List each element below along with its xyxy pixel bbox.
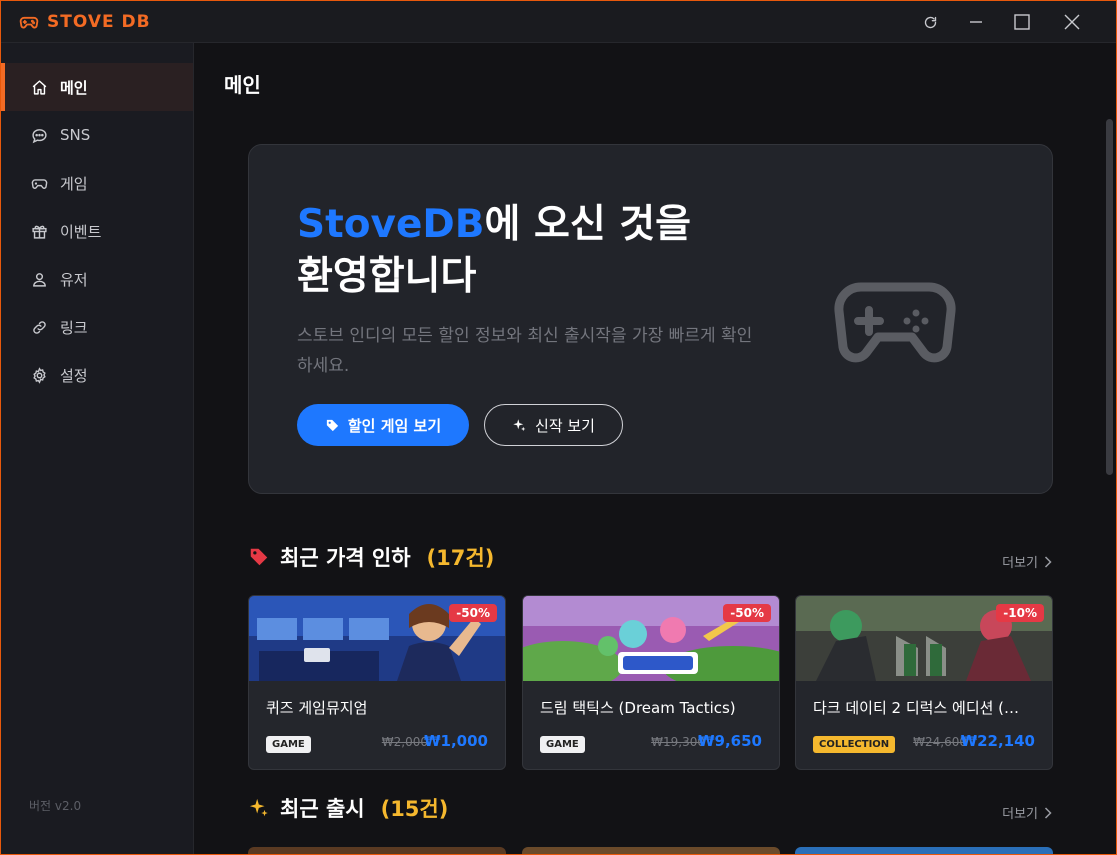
section-count: (17건) xyxy=(426,546,495,570)
refresh-button[interactable] xyxy=(917,10,943,34)
app-window: STOVE DB 메인 SNS 게임 이벤트 유저 링크 설정 버전 v2.0 … xyxy=(0,0,1117,855)
home-icon xyxy=(32,79,47,95)
maximize-button[interactable] xyxy=(1009,10,1035,34)
original-price: ₩2,000 xyxy=(381,735,428,749)
maximize-icon xyxy=(1014,14,1030,30)
original-price: ₩19,300 xyxy=(651,735,705,749)
sparkle-icon xyxy=(249,798,268,817)
sale-price: ₩9,650 xyxy=(698,732,762,750)
close-icon xyxy=(1064,14,1080,30)
gift-icon xyxy=(32,225,47,239)
view-new-releases-label: 신작 보기 xyxy=(535,416,595,435)
section-title: 최근 출시 xyxy=(280,797,365,821)
user-icon xyxy=(33,272,46,287)
gamepad-logo-icon xyxy=(19,16,39,29)
sidebar-item-event[interactable]: 이벤트 xyxy=(1,207,193,255)
sidebar-item-sns[interactable]: SNS xyxy=(1,111,193,159)
tag-icon xyxy=(326,419,338,431)
sale-price: ₩22,140 xyxy=(960,732,1035,750)
game-card-partial[interactable] xyxy=(795,847,1053,854)
game-title: 드림 택틱스 (Dream Tactics) xyxy=(540,699,736,717)
scrollbar-thumb[interactable] xyxy=(1106,119,1113,475)
new-releases-more-link[interactable]: 더보기 xyxy=(1002,803,1052,822)
game-card[interactable]: -10% 다크 데이티 2 디럭스 에디션 (… COLLECTION ₩24,… xyxy=(795,595,1053,770)
title-bar[interactable]: STOVE DB xyxy=(1,1,1116,43)
sidebar-item-label: 이벤트 xyxy=(60,222,102,241)
brand: STOVE DB xyxy=(19,12,151,32)
sidebar-item-label: 링크 xyxy=(60,318,88,337)
hero-title-line2: 환영합니다 xyxy=(297,254,477,299)
sidebar-item-settings[interactable]: 설정 xyxy=(1,351,193,399)
gamepad-icon xyxy=(31,178,48,189)
price-drops-more-link[interactable]: 더보기 xyxy=(1002,552,1052,571)
view-discounts-label: 할인 게임 보기 xyxy=(347,416,442,435)
sidebar-item-label: 게임 xyxy=(60,174,88,193)
section-new-releases-header: 최근 출시 (15건) xyxy=(248,793,448,823)
discount-badge: -50% xyxy=(723,604,771,622)
type-badge: GAME xyxy=(540,736,585,753)
app-title: STOVE DB xyxy=(47,12,151,32)
hero-title: StoveDB에 오신 것을 환영합니다 xyxy=(297,199,817,303)
gamepad-illustration-icon xyxy=(834,282,956,363)
chevron-right-icon xyxy=(1044,806,1052,819)
minimize-button[interactable] xyxy=(963,10,989,34)
welcome-hero: StoveDB에 오신 것을 환영합니다 스토브 인디의 모든 할인 정보와 최… xyxy=(248,144,1053,494)
section-title: 최근 가격 인하 xyxy=(280,546,411,570)
sidebar-item-label: 설정 xyxy=(60,366,88,385)
tag-icon xyxy=(250,548,268,566)
close-button[interactable] xyxy=(1059,10,1085,34)
chat-icon xyxy=(32,128,47,143)
gear-icon xyxy=(33,366,46,384)
discount-badge: -10% xyxy=(996,604,1044,622)
discount-badge: -50% xyxy=(449,604,497,622)
sidebar-item-label: 메인 xyxy=(60,78,88,97)
view-new-releases-button[interactable]: 신작 보기 xyxy=(484,404,623,446)
sidebar: 메인 SNS 게임 이벤트 유저 링크 설정 버전 v2.0 xyxy=(1,43,194,854)
sidebar-item-user[interactable]: 유저 xyxy=(1,255,193,303)
sidebar-item-main[interactable]: 메인 xyxy=(1,63,193,111)
refresh-icon xyxy=(924,16,936,28)
hero-title-accent: StoveDB xyxy=(297,202,485,247)
main-content: 메인 StoveDB에 오신 것을 환영합니다 스토브 인디의 모든 할인 정보… xyxy=(194,43,1116,854)
sidebar-item-game[interactable]: 게임 xyxy=(1,159,193,207)
game-title: 퀴즈 게임뮤지엄 xyxy=(266,699,368,717)
game-card[interactable]: -50% 드림 택틱스 (Dream Tactics) GAME ₩19,300… xyxy=(522,595,780,770)
minimize-icon xyxy=(970,21,982,23)
game-title: 다크 데이티 2 디럭스 에디션 (… xyxy=(813,699,1020,717)
chevron-right-icon xyxy=(1044,555,1052,568)
game-card-partial[interactable] xyxy=(522,847,780,854)
game-card[interactable]: -50% 퀴즈 게임뮤지엄 GAME ₩2,000 ₩1,000 xyxy=(248,595,506,770)
sale-price: ₩1,000 xyxy=(424,732,488,750)
sparkle-icon xyxy=(513,418,526,431)
sidebar-item-label: SNS xyxy=(60,126,91,144)
type-badge: COLLECTION xyxy=(813,736,896,753)
sidebar-item-label: 유저 xyxy=(60,270,88,289)
game-card-partial[interactable] xyxy=(248,847,506,854)
hero-title-rest: 에 오신 것을 xyxy=(484,202,692,247)
original-price: ₩24,600 xyxy=(913,735,967,749)
link-icon xyxy=(33,320,46,334)
section-price-drops-header: 최근 가격 인하 (17건) xyxy=(248,542,494,572)
hero-description: 스토브 인디의 모든 할인 정보와 최신 출시작을 가장 빠르게 확인하세요. xyxy=(297,326,753,376)
more-link-label: 더보기 xyxy=(1002,807,1038,822)
type-badge: GAME xyxy=(266,736,311,753)
page-title: 메인 xyxy=(224,73,261,97)
section-count: (15건) xyxy=(380,797,449,821)
more-link-label: 더보기 xyxy=(1002,556,1038,571)
sidebar-item-link[interactable]: 링크 xyxy=(1,303,193,351)
version-label: 버전 v2.0 xyxy=(29,799,82,813)
view-discounts-button[interactable]: 할인 게임 보기 xyxy=(297,404,469,446)
